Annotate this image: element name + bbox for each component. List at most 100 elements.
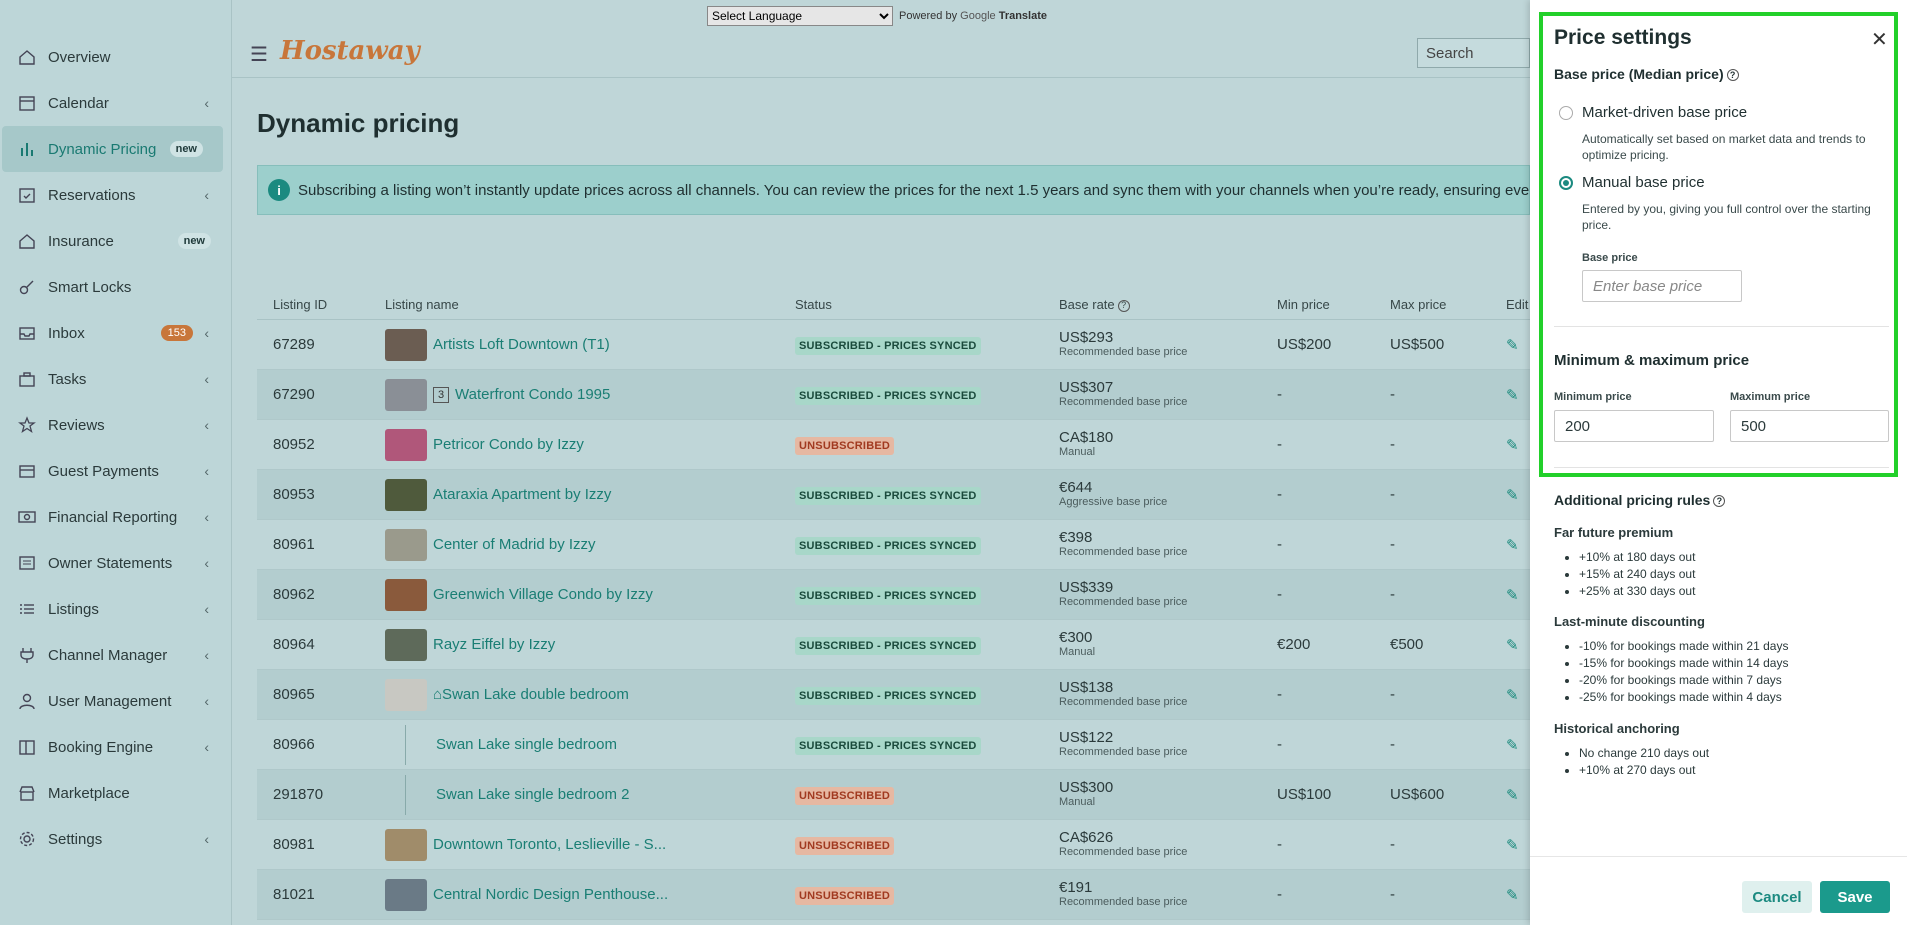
market-driven-label[interactable]: Market-driven base price — [1582, 104, 1747, 121]
sidebar-item-overview[interactable]: Overview — [0, 34, 231, 80]
edit-pencil-icon[interactable]: ✎ — [1506, 336, 1530, 354]
edit-pencil-icon[interactable]: ✎ — [1506, 836, 1530, 854]
max-price-cell: €500 — [1390, 636, 1424, 653]
list-item: -15% for bookings made within 14 days — [1579, 655, 1788, 672]
listing-name-link[interactable]: Greenwich Village Condo by Izzy — [433, 586, 653, 603]
listing-name-link[interactable]: Central Nordic Design Penthouse... — [433, 886, 668, 903]
manual-base-radio[interactable] — [1559, 176, 1573, 190]
last-minute-list: -10% for bookings made within 21 days -1… — [1554, 638, 1788, 706]
table-row[interactable]: 80952 Petricor Condo by Izzy UNSUBSCRIBED C… — [257, 420, 1530, 470]
listing-name-link[interactable]: Swan Lake single bedroom 2 — [436, 786, 629, 803]
edit-pencil-icon[interactable]: ✎ — [1506, 736, 1530, 754]
layout-icon — [18, 738, 36, 756]
max-price-cell: - — [1390, 536, 1395, 553]
status-badge: SUBSCRIBED - PRICES SYNCED — [795, 487, 981, 505]
listing-name-link[interactable]: Waterfront Condo 1995 — [455, 386, 610, 403]
minmax-heading: Minimum & maximum price — [1554, 352, 1750, 369]
edit-pencil-icon[interactable]: ✎ — [1506, 386, 1530, 404]
sidebar-item-calendar[interactable]: Calendar ‹ — [0, 80, 231, 126]
table-row[interactable]: 81021 Central Nordic Design Penthouse... U… — [257, 870, 1530, 920]
close-icon[interactable]: ✕ — [1871, 27, 1888, 52]
marketplace-icon — [18, 784, 36, 802]
edit-pencil-icon[interactable]: ✎ — [1506, 486, 1530, 504]
card-icon — [18, 462, 36, 480]
sidebar-item-smart-locks[interactable]: Smart Locks — [0, 264, 231, 310]
listing-name-link[interactable]: Artists Loft Downtown (T1) — [433, 336, 610, 353]
edit-pencil-icon[interactable]: ✎ — [1506, 536, 1530, 554]
base-rate-value: US$307 — [1059, 378, 1114, 396]
sidebar-item-user-management[interactable]: User Management ‹ — [0, 678, 231, 724]
table-row[interactable]: 80962 Greenwich Village Condo by Izzy SUBS… — [257, 570, 1530, 620]
sidebar-item-dynamic-pricing[interactable]: Dynamic Pricing new — [2, 126, 223, 172]
listing-name-link[interactable]: ⌂Swan Lake double bedroom — [433, 686, 629, 703]
sidebar-item-listings[interactable]: Listings ‹ — [0, 586, 231, 632]
col-min-price[interactable]: Min price — [1277, 297, 1390, 312]
sidebar-item-channel-manager[interactable]: Channel Manager ‹ — [0, 632, 231, 678]
sidebar-item-reviews[interactable]: Reviews ‹ — [0, 402, 231, 448]
list-icon — [18, 600, 36, 618]
listing-name-link[interactable]: Rayz Eiffel by Izzy — [433, 636, 555, 653]
listing-name-link[interactable]: Ataraxia Apartment by Izzy — [433, 486, 611, 503]
edit-pencil-icon[interactable]: ✎ — [1506, 636, 1530, 654]
sidebar-item-marketplace[interactable]: Marketplace — [0, 770, 231, 816]
col-listing-id[interactable]: Listing ID — [257, 297, 385, 312]
help-icon[interactable]: ? — [1117, 299, 1130, 312]
help-icon[interactable]: ? — [1713, 495, 1726, 508]
listing-name-link[interactable]: Swan Lake single bedroom — [436, 736, 617, 753]
table-row[interactable]: 67289 Artists Loft Downtown (T1) SUBSCRIBE… — [257, 320, 1530, 370]
status-cell: SUBSCRIBED - PRICES SYNCED — [795, 586, 1059, 605]
base-rate-value: US$122 — [1059, 728, 1114, 746]
search-input[interactable]: Search — [1417, 38, 1530, 68]
table-row[interactable]: 80964 Rayz Eiffel by Izzy SUBSCRIBED - PRI… — [257, 620, 1530, 670]
table-row[interactable]: 80961 Center of Madrid by Izzy SUBSCRIBED … — [257, 520, 1530, 570]
help-icon[interactable]: ? — [1726, 69, 1739, 82]
col-base-rate[interactable]: Base rate? — [1059, 297, 1277, 312]
edit-pencil-icon[interactable]: ✎ — [1506, 436, 1530, 454]
edit-pencil-icon[interactable]: ✎ — [1506, 786, 1530, 804]
table-row[interactable]: 80965 ⌂Swan Lake double bedroom SUBSCRIBED… — [257, 670, 1530, 720]
sidebar-item-tasks[interactable]: Tasks ‹ — [0, 356, 231, 402]
status-badge: SUBSCRIBED - PRICES SYNCED — [795, 587, 981, 605]
save-button[interactable]: Save — [1820, 881, 1890, 913]
powered-by-text: Powered by Google Translate — [899, 10, 1048, 22]
min-price-input[interactable]: 200 — [1554, 410, 1714, 442]
sidebar-item-guest-payments[interactable]: Guest Payments ‹ — [0, 448, 231, 494]
listing-id: 67289 — [273, 336, 315, 353]
listing-name-link[interactable]: Center of Madrid by Izzy — [433, 536, 596, 553]
home-icon — [18, 232, 36, 250]
table-row[interactable]: 67290 3 Waterfront Condo 1995 SUBSCRIBED - … — [257, 370, 1530, 420]
last-minute-title: Last-minute discounting — [1554, 614, 1705, 629]
min-price-cell: - — [1277, 536, 1282, 553]
col-max-price[interactable]: Max price — [1390, 297, 1506, 312]
hostaway-logo[interactable]: Hostaway — [280, 36, 420, 66]
edit-pencil-icon[interactable]: ✎ — [1506, 886, 1530, 904]
col-status[interactable]: Status — [795, 297, 1059, 312]
max-price-cell: - — [1390, 686, 1395, 703]
sidebar-item-settings[interactable]: Settings ‹ — [0, 816, 231, 862]
listing-name-cell: 3 Waterfront Condo 1995 — [385, 378, 795, 411]
max-price-input[interactable]: 500 — [1730, 410, 1889, 442]
language-select[interactable]: Select Language — [707, 6, 893, 26]
sidebar-item-reservations[interactable]: Reservations ‹ — [0, 172, 231, 218]
table-row[interactable]: 80981 Downtown Toronto, Leslieville - S..… — [257, 820, 1530, 870]
status-cell: SUBSCRIBED - PRICES SYNCED — [795, 686, 1059, 705]
manual-base-label[interactable]: Manual base price — [1582, 174, 1705, 191]
market-driven-radio[interactable] — [1559, 106, 1573, 120]
col-listing-name[interactable]: Listing name — [385, 297, 795, 312]
table-row[interactable]: 80953 Ataraxia Apartment by Izzy SUBSCRIBE… — [257, 470, 1530, 520]
base-price-input[interactable]: Enter base price — [1582, 270, 1742, 302]
listing-name-link[interactable]: Petricor Condo by Izzy — [433, 436, 584, 453]
sidebar-item-inbox[interactable]: Inbox 153 ‹ — [0, 310, 231, 356]
sidebar-item-insurance[interactable]: Insurance new — [0, 218, 231, 264]
sidebar-item-booking-engine[interactable]: Booking Engine ‹ — [0, 724, 231, 770]
listing-name-link[interactable]: Downtown Toronto, Leslieville - S... — [433, 836, 666, 853]
hamburger-menu-icon[interactable]: ☰ — [250, 42, 268, 67]
sidebar-item-owner-statements[interactable]: Owner Statements ‹ — [0, 540, 231, 586]
cancel-button[interactable]: Cancel — [1742, 881, 1812, 913]
min-price-label: Minimum price — [1554, 391, 1632, 403]
table-row[interactable]: 80966 Swan Lake single bedroom SUBSCRIBED … — [257, 720, 1530, 770]
sidebar-item-financial-reporting[interactable]: Financial Reporting ‹ — [0, 494, 231, 540]
edit-pencil-icon[interactable]: ✎ — [1506, 586, 1530, 604]
table-row[interactable]: 291870 Swan Lake single bedroom 2 UNSUBSCR… — [257, 770, 1530, 820]
edit-pencil-icon[interactable]: ✎ — [1506, 686, 1530, 704]
